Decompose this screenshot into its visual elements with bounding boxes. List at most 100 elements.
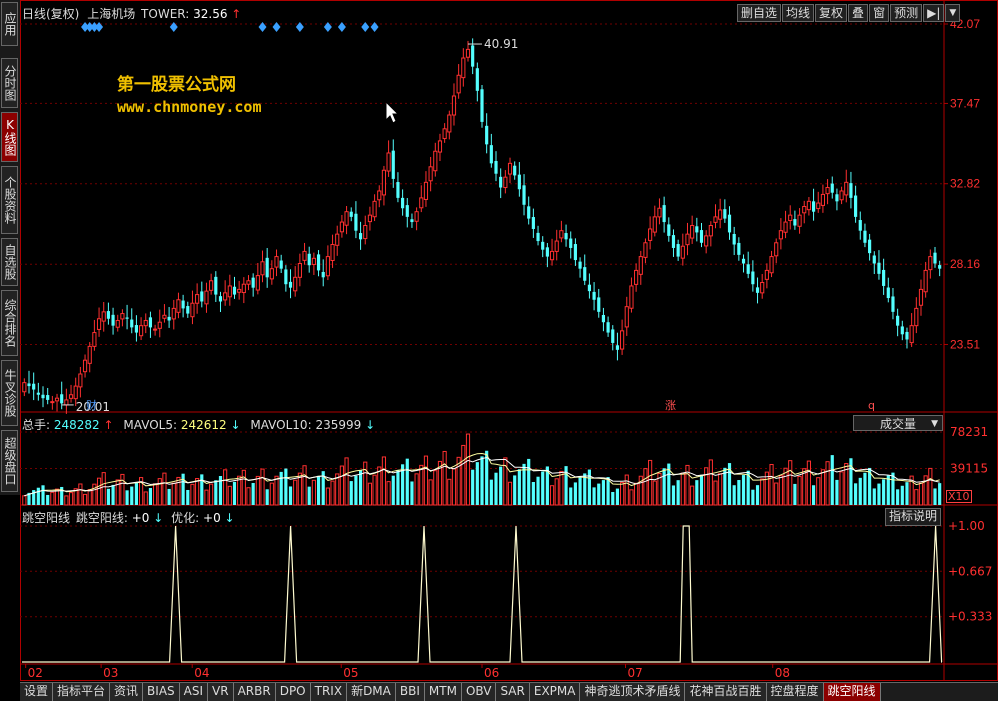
bottom-tab-10[interactable]: BBI bbox=[395, 683, 425, 701]
bottom-tab-13[interactable]: SAR bbox=[496, 683, 530, 701]
sidebar-tab-0[interactable]: 应用 bbox=[1, 2, 18, 46]
play-end-icon[interactable]: ▶| bbox=[923, 4, 945, 22]
sidebar-tab-4[interactable]: 自选股 bbox=[1, 238, 18, 286]
candle bbox=[106, 302, 110, 325]
volume-bar bbox=[517, 469, 521, 505]
indicator-line-label: 跳空阳线: bbox=[75, 511, 128, 525]
candle bbox=[923, 261, 928, 298]
volume-bar bbox=[877, 483, 881, 505]
volume-bar bbox=[381, 456, 387, 506]
candle-body bbox=[428, 166, 433, 182]
bottom-tab-0[interactable]: 设置 bbox=[20, 683, 54, 701]
candle-body bbox=[423, 181, 429, 200]
bottom-tab-17[interactable]: 控盘程度 bbox=[766, 683, 824, 701]
toolbar-button-3[interactable]: 叠 bbox=[848, 4, 869, 22]
sidebar-tab-6[interactable]: 牛叉诊股 bbox=[1, 360, 18, 426]
indicator-value: 32.56 bbox=[193, 7, 228, 21]
volume-bar bbox=[928, 467, 933, 506]
bottom-tab-9[interactable]: 新DMA bbox=[347, 683, 396, 701]
toolbar-button-0[interactable]: 删自选 bbox=[737, 4, 782, 22]
bottom-tab-4[interactable]: ASI bbox=[179, 683, 209, 701]
sidebar-tab-5[interactable]: 综合排名 bbox=[1, 290, 18, 356]
volume-bar bbox=[499, 466, 503, 505]
period-label[interactable]: 日线(复权) bbox=[22, 7, 79, 21]
candle bbox=[120, 309, 125, 327]
candle-body bbox=[751, 271, 755, 285]
candle bbox=[704, 230, 709, 254]
candle-body bbox=[634, 269, 639, 285]
candle bbox=[652, 205, 657, 237]
volume-bar bbox=[274, 475, 279, 506]
bottom-tab-18[interactable]: 跳空阳线 bbox=[823, 683, 881, 701]
bottom-tab-5[interactable]: VR bbox=[208, 683, 234, 701]
bottom-tab-15[interactable]: 神奇逃顶术矛盾线 bbox=[580, 683, 686, 701]
candle-body bbox=[499, 176, 503, 188]
candle-body bbox=[316, 254, 321, 271]
candle-body bbox=[325, 256, 330, 277]
toolbar-button-1[interactable]: 均线 bbox=[782, 4, 815, 22]
volume-bar bbox=[325, 487, 330, 506]
candle bbox=[485, 113, 489, 154]
candle-body bbox=[928, 256, 933, 271]
candle bbox=[592, 282, 596, 311]
candle-body bbox=[877, 262, 881, 274]
signal-diamond bbox=[295, 22, 304, 32]
sidebar-tab-1[interactable]: 分时图 bbox=[1, 58, 18, 108]
x-tick-label: 07 bbox=[628, 666, 643, 680]
toolbar-button-2[interactable]: 复权 bbox=[815, 4, 848, 22]
volume-bar bbox=[237, 475, 242, 506]
candle-body bbox=[302, 250, 307, 261]
sidebar-tab-3[interactable]: 个股资料 bbox=[1, 166, 18, 234]
volume-bar bbox=[863, 472, 867, 505]
candle-body bbox=[507, 162, 513, 175]
bottom-tab-11[interactable]: MTM bbox=[424, 683, 462, 701]
candle bbox=[204, 282, 209, 313]
bottom-tab-2[interactable]: 资讯 bbox=[110, 683, 144, 701]
candle bbox=[405, 198, 409, 228]
volume-bar bbox=[46, 494, 50, 505]
bottom-tab-3[interactable]: BIAS bbox=[143, 683, 180, 701]
sidebar-tab-2[interactable]: K线图 bbox=[1, 112, 18, 162]
chevron-down-icon[interactable]: ▼ bbox=[945, 4, 961, 22]
sidebar-tab-7[interactable]: 超级盘口 bbox=[1, 430, 18, 492]
volume-selector[interactable]: 成交量 ▼ bbox=[853, 415, 943, 431]
candle bbox=[480, 84, 484, 128]
volume-bar bbox=[569, 487, 573, 505]
volume-bar bbox=[209, 483, 214, 506]
price-tick-label: 23.51 bbox=[950, 337, 980, 351]
volume-bar bbox=[592, 487, 596, 505]
volume-bar bbox=[101, 472, 106, 506]
toolbar-button-4[interactable]: 窗 bbox=[869, 4, 890, 22]
bottom-tab-12[interactable]: OBV bbox=[461, 683, 497, 701]
toolbar-button-5[interactable]: 预测 bbox=[890, 4, 923, 22]
bottom-tab-14[interactable]: EXPMA bbox=[529, 683, 581, 701]
volume-bar bbox=[704, 467, 709, 506]
candle bbox=[718, 198, 723, 229]
volume-bar bbox=[718, 473, 723, 506]
candle-body bbox=[330, 244, 335, 262]
indicator-name: TOWER: bbox=[141, 7, 190, 21]
bottom-tab-6[interactable]: ARBR bbox=[233, 683, 276, 701]
bottom-tab-8[interactable]: TRIX bbox=[310, 683, 348, 701]
candle-body bbox=[494, 160, 498, 174]
bottom-tab-16[interactable]: 花神百战百胜 bbox=[685, 683, 767, 701]
candle-body bbox=[60, 394, 64, 404]
candle bbox=[68, 384, 74, 403]
candle-body bbox=[115, 319, 120, 328]
volume-bar bbox=[583, 473, 587, 505]
volume-bar bbox=[354, 475, 358, 505]
candle bbox=[22, 378, 27, 397]
candle-body bbox=[279, 260, 283, 269]
candle bbox=[849, 171, 853, 209]
candle-body bbox=[923, 269, 928, 293]
bottom-tab-7[interactable]: DPO bbox=[275, 683, 311, 701]
candle-body bbox=[788, 214, 793, 221]
volume-bar bbox=[788, 460, 793, 506]
bottom-tab-1[interactable]: 指标平台 bbox=[53, 683, 111, 701]
candle bbox=[732, 226, 736, 256]
candle bbox=[938, 260, 942, 277]
volume-bar bbox=[882, 479, 886, 505]
candle-body bbox=[629, 285, 634, 309]
volume-bar bbox=[816, 477, 821, 506]
indicator-help-button[interactable]: 指标说明 bbox=[885, 508, 942, 526]
